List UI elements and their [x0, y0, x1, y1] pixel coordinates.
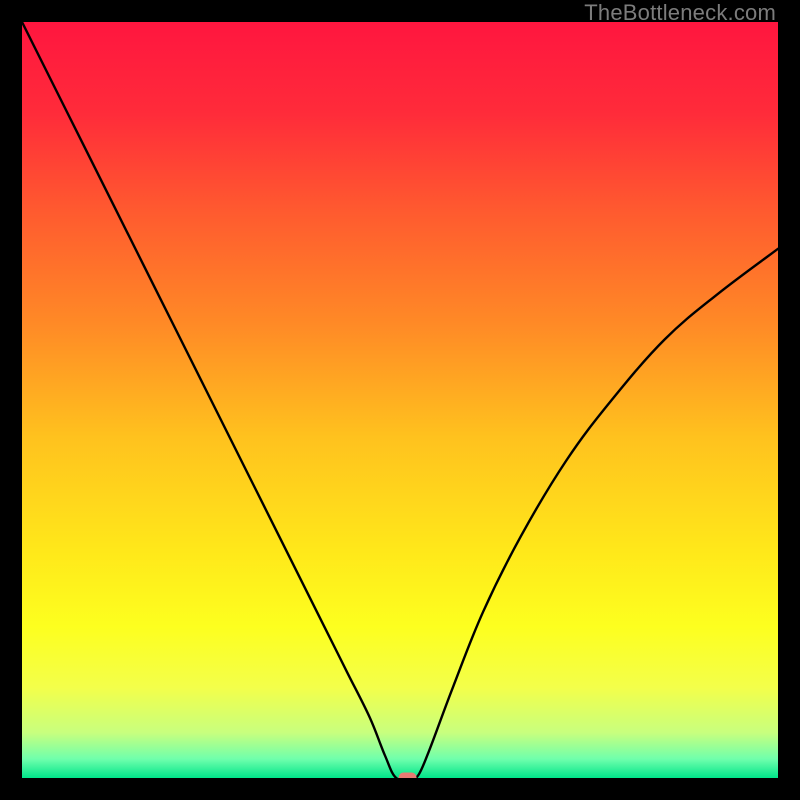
chart-svg	[22, 22, 778, 778]
gradient-background	[22, 22, 778, 778]
plot-area	[22, 22, 778, 778]
optimal-point-marker	[399, 773, 417, 779]
outer-frame: TheBottleneck.com	[0, 0, 800, 800]
watermark-text: TheBottleneck.com	[584, 0, 776, 26]
